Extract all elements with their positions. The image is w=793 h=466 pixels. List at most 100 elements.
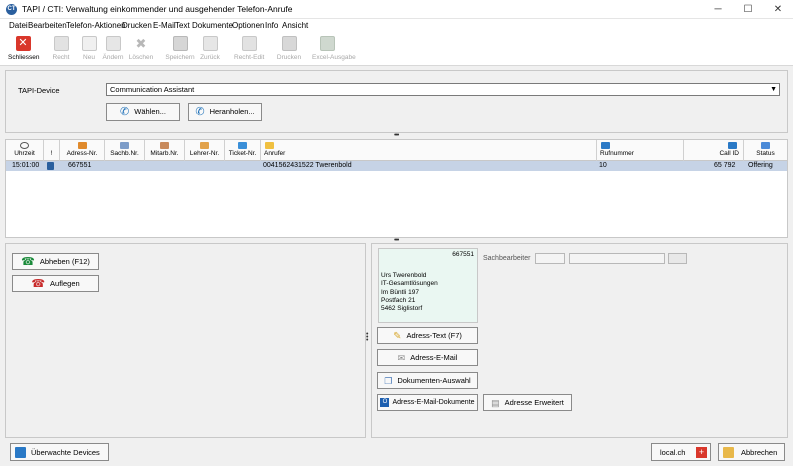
address-line: Urs Twerenbold — [381, 272, 427, 279]
menu-dokumente[interactable]: Dokumente — [192, 21, 233, 30]
address-text-button[interactable]: ✎ Adress-Text (F7) — [377, 327, 478, 344]
close-toolbar-button[interactable]: ✕ Schliessen — [8, 35, 39, 65]
excel-icon — [319, 36, 335, 51]
window-title: TAPI / CTI: Verwaltung einkommender und … — [22, 4, 293, 14]
answer-phone-icon: ☎ — [21, 255, 35, 268]
menu-bearbeiten[interactable]: Bearbeiten — [28, 21, 67, 30]
monitored-devices-button[interactable]: Überwachte Devices — [10, 443, 109, 461]
column-rufnummer[interactable]: Rufnummer — [597, 140, 684, 161]
documents-icon: ❐ — [384, 375, 393, 386]
call-actions-panel: ☎ Abheben (F12) ☎ Auflegen — [5, 243, 366, 438]
column-status[interactable]: Status — [744, 140, 787, 161]
new-document-icon — [81, 36, 97, 51]
menu-info[interactable]: Info — [265, 21, 278, 30]
zurueck-button[interactable]: Zurück — [195, 35, 225, 65]
column-mitarb-nr[interactable]: Mitarb.Nr. — [145, 140, 185, 161]
horizontal-splitter[interactable]: ••• — [394, 132, 399, 139]
sachbearbeiter-nr-field[interactable] — [535, 253, 565, 264]
minimize-button[interactable]: ─ — [703, 0, 733, 19]
sachbearbeiter-lookup-button[interactable] — [668, 253, 687, 264]
status-icon — [761, 142, 770, 149]
menu-bar: Datei Bearbeiten Telefon-Aktionen Drucke… — [0, 19, 793, 33]
documents-selection-button[interactable]: ❐ Dokumenten-Auswahl — [377, 372, 478, 389]
answer-button[interactable]: ☎ Abheben (F12) — [12, 253, 99, 270]
rights-icon — [53, 36, 69, 51]
sachbearbeiter-label: Sachbearbeiter — [483, 255, 531, 262]
dropdown-arrow-icon[interactable]: ▼ — [770, 84, 777, 95]
column-call-id[interactable]: Call ID — [684, 140, 744, 161]
loeschen-button[interactable]: ✖ Löschen — [126, 35, 156, 65]
close-window-button[interactable]: ✕ — [763, 0, 793, 19]
sachbearbeiter-name-field[interactable] — [569, 253, 665, 264]
cell-call-id: 65 792 — [714, 162, 736, 169]
drucken-button[interactable]: Drucken — [274, 35, 304, 65]
toolbar: ✕ Schliessen Recht Neu Ändern ✖ Löschen … — [0, 33, 793, 66]
rights-edit-icon — [241, 36, 257, 51]
fetch-call-button[interactable]: ✆ Heranholen... — [188, 103, 262, 121]
menu-drucken[interactable]: Drucken — [122, 21, 152, 30]
excel-button[interactable]: Excel-Ausgabe — [312, 35, 356, 65]
tapi-device-value: Communication Assistant — [110, 85, 195, 94]
menu-text[interactable]: Text — [175, 21, 190, 30]
column-sachb-nr[interactable]: Sachb.Nr. — [105, 140, 145, 161]
hangup-button[interactable]: ☎ Auflegen — [12, 275, 99, 292]
column-priority[interactable]: ! — [44, 140, 60, 161]
column-lehrer-nr[interactable]: Lehrer-Nr. — [185, 140, 225, 161]
address-icon — [77, 142, 87, 149]
outlook-icon: O — [380, 397, 390, 407]
devices-list-icon — [15, 447, 26, 458]
cell-uhrzeit: 15:01:00 — [12, 162, 40, 169]
employee-icon — [160, 142, 169, 149]
local-ch-button[interactable]: local.ch + — [651, 443, 711, 461]
column-ticket-nr[interactable]: Ticket-Nr. — [225, 140, 261, 161]
tapi-device-select[interactable]: Communication Assistant ▼ — [106, 83, 780, 96]
cancel-button[interactable]: Abbrechen — [718, 443, 785, 461]
speichern-button[interactable]: Speichern — [165, 35, 195, 65]
column-adress-nr[interactable]: Adress-Nr. — [60, 140, 105, 161]
address-line: 5462 Siglistorf — [381, 305, 423, 313]
phone-device-icon — [47, 162, 54, 170]
menu-datei[interactable]: Datei — [9, 21, 28, 30]
device-panel: TAPI-Device Communication Assistant ▼ ✆ W… — [5, 70, 788, 133]
table-row[interactable]: 15:01:00 667551 0041562431522 Twerenbold… — [6, 161, 787, 171]
menu-email[interactable]: E-Mail — [153, 21, 176, 30]
address-extended-button[interactable]: ▤ Adresse Erweitert — [483, 394, 572, 411]
edit-text-icon: ✎ — [393, 330, 402, 342]
address-number: 667551 — [452, 251, 474, 258]
print-icon — [281, 36, 297, 51]
recht-button[interactable]: Recht — [46, 35, 76, 65]
address-line: Postfach 21 — [381, 296, 416, 304]
save-icon — [172, 36, 188, 51]
address-email-documents-button[interactable]: O Adress-E-Mail-Dokumente — [377, 394, 478, 411]
cell-anrufer: 0041562431522 Twerenbold — [263, 162, 352, 169]
maximize-button[interactable]: ☐ — [733, 0, 763, 19]
phone-icon: ✆ — [195, 106, 205, 119]
close-icon: ✕ — [15, 36, 31, 51]
vertical-splitter[interactable]: • • • — [366, 331, 368, 344]
address-card: 667551 Urs Twerenbold IT-Gesamtlösungen … — [378, 248, 478, 323]
cell-status: Offering — [748, 162, 773, 169]
cell-adress-nr: 667551 — [68, 162, 92, 169]
app-icon: CT — [6, 4, 17, 15]
select-device-button[interactable]: ✆ Wählen... — [106, 103, 180, 121]
address-email-button[interactable]: ✉ Adress-E-Mail — [377, 349, 478, 366]
grid-header: Uhrzeit ! Adress-Nr. Sachb.Nr. Mitarb.Nr… — [6, 140, 787, 161]
phone-icon: ✆ — [120, 106, 130, 119]
column-anrufer[interactable]: Anrufer — [261, 140, 597, 161]
column-uhrzeit[interactable]: Uhrzeit — [6, 140, 44, 161]
edit-icon — [105, 36, 121, 51]
address-panel: 667551 Urs Twerenbold IT-Gesamtlösungen … — [371, 243, 788, 438]
aendern-button[interactable]: Ändern — [98, 35, 128, 65]
caller-icon — [265, 142, 274, 149]
recht-edit-button[interactable]: Recht-Edit — [234, 35, 264, 65]
menu-telefon-aktionen[interactable]: Telefon-Aktionen — [66, 21, 126, 30]
folder-icon — [723, 447, 734, 458]
teacher-icon — [200, 142, 209, 149]
menu-optionen[interactable]: Optionen — [232, 21, 264, 30]
address-line: Im Büntli 197 — [381, 288, 419, 296]
hangup-phone-icon: ☎ — [31, 277, 46, 290]
cell-rufnummer: 10 — [599, 162, 607, 169]
delete-icon: ✖ — [135, 36, 147, 51]
call-id-icon — [728, 142, 737, 149]
menu-ansicht[interactable]: Ansicht — [282, 21, 308, 30]
